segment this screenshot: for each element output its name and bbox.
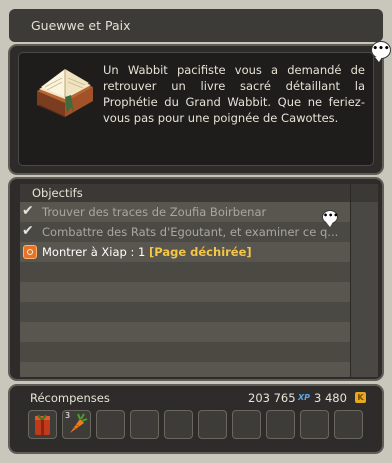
objective-row-empty bbox=[20, 362, 350, 377]
book-icon bbox=[37, 69, 93, 118]
kamas-icon: K bbox=[355, 392, 366, 403]
xp-icon: XP bbox=[298, 393, 311, 402]
objective-row-empty bbox=[20, 282, 350, 302]
red-package-icon bbox=[35, 414, 50, 435]
reward-slot-empty bbox=[164, 410, 193, 439]
xp-value: 203 765 bbox=[248, 391, 296, 405]
objective-text: Combattre des Rats d'Egoutant, et examin… bbox=[42, 225, 339, 239]
check-icon: ✔ bbox=[22, 203, 34, 219]
speech-bubble-icon[interactable]: ••• bbox=[322, 210, 338, 227]
reward-slot-carrot[interactable]: 3 bbox=[62, 410, 91, 439]
check-icon: ✔ bbox=[22, 223, 34, 239]
reward-slot-red-package[interactable] bbox=[28, 410, 57, 439]
quest-description: Un Wabbit pacifiste vous a demandé de re… bbox=[103, 63, 365, 125]
reward-slot-empty bbox=[266, 410, 295, 439]
window-title-bar[interactable]: Guewwe et Paix bbox=[9, 9, 383, 42]
item-link[interactable]: [Page déchirée] bbox=[149, 245, 252, 259]
objective-row[interactable]: ✔ Trouver des traces de Zoufia Boirbenar bbox=[20, 202, 350, 222]
objective-row-empty bbox=[20, 302, 350, 322]
objective-row[interactable]: ✔ Combattre des Rats d'Egoutant, et exam… bbox=[20, 222, 350, 242]
reward-slot-empty bbox=[96, 410, 125, 439]
objective-row-empty bbox=[20, 322, 350, 342]
reward-slot-empty bbox=[130, 410, 159, 439]
rewards-panel: Récompenses 203 765 XP 3 480 K 3 bbox=[8, 384, 384, 454]
kamas-value: 3 480 bbox=[314, 391, 347, 405]
description-panel: Un Wabbit pacifiste vous a demandé de re… bbox=[8, 44, 384, 175]
window-title: Guewwe et Paix bbox=[31, 18, 131, 33]
objective-text: Trouver des traces de Zoufia Boirbenar bbox=[42, 205, 267, 219]
objective-row-empty bbox=[20, 262, 350, 282]
reward-slot-empty bbox=[300, 410, 329, 439]
objective-row-empty bbox=[20, 342, 350, 362]
objectives-title: Objectifs bbox=[32, 186, 83, 200]
reward-slot-empty bbox=[198, 410, 227, 439]
reward-slot-empty bbox=[232, 410, 261, 439]
item-quantity: 3 bbox=[65, 411, 71, 420]
reward-slot-empty bbox=[334, 410, 363, 439]
objective-row[interactable]: Montrer à Xiap : 1 [Page déchirée] bbox=[20, 242, 350, 262]
objectives-panel: Objectifs ✔ Trouver des traces de Zoufia… bbox=[8, 177, 384, 381]
rewards-title: Récompenses bbox=[30, 391, 110, 405]
speech-bubble-icon[interactable]: ••• bbox=[371, 41, 391, 62]
description-box: Un Wabbit pacifiste vous a demandé de re… bbox=[18, 52, 374, 166]
objectives-header: Objectifs bbox=[20, 184, 378, 202]
objective-text: Montrer à Xiap : 1 [Page déchirée] bbox=[42, 245, 252, 259]
objective-text-prefix: Montrer à Xiap : 1 bbox=[42, 245, 149, 259]
target-icon bbox=[23, 245, 37, 259]
